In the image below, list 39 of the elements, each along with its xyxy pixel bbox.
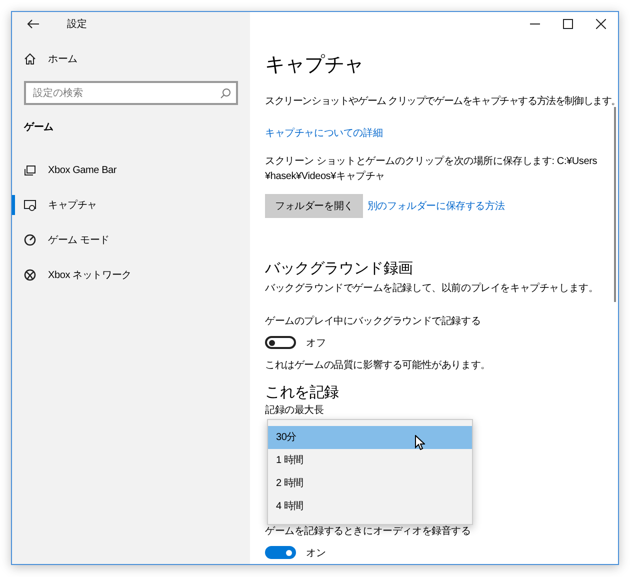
note-text: これはゲームの品質に影響する可能性があります。	[265, 358, 490, 373]
field-label: 記録の最大長	[265, 404, 324, 418]
toggle-switch[interactable]	[265, 546, 296, 559]
section-heading: バックグラウンド録画	[265, 259, 414, 279]
other-folder-link[interactable]: 別のフォルダーに保存する方法	[367, 199, 505, 213]
details-link[interactable]: キャプチャについての詳細	[265, 126, 383, 140]
description-text: スクリーンショットやゲーム クリップでゲームをキャプチャする方法を制御します。	[265, 94, 618, 109]
save-location-text: スクリーン ショットとゲームのクリップを次の場所に保存します: C:¥Users ¥hasek¥Videos¥キャプチャ	[265, 154, 598, 184]
home-icon	[24, 53, 36, 65]
close-icon[interactable]	[596, 19, 606, 29]
dropdown-option[interactable]: 1 時間	[268, 449, 472, 472]
search-icon	[220, 88, 231, 99]
mouse-cursor-icon	[415, 435, 425, 450]
dropdown-option[interactable]: 30分	[268, 426, 472, 449]
sidebar-item[interactable]: Xbox ネットワーク	[12, 265, 250, 285]
capture-icon	[24, 200, 36, 210]
search-field[interactable]: 設定の検索	[24, 81, 238, 105]
dropdown-option[interactable]: 4 時間	[268, 495, 472, 518]
toggle-label: ゲームのプレイ中にバックグラウンドで記録する	[265, 314, 481, 329]
toggle-state: オン	[306, 546, 326, 560]
section-heading: ゲーム	[24, 121, 54, 134]
open-folder-button[interactable]: フォルダーを開く	[265, 194, 364, 218]
scrollbar[interactable]	[614, 107, 616, 302]
gamebar-icon	[24, 164, 36, 176]
maximize-icon[interactable]	[563, 19, 573, 29]
window-title: 設定	[67, 18, 87, 31]
sidebar-item[interactable]: ゲーム モード	[12, 230, 250, 250]
toggle-label: ゲームを記録するときにオーディオを録音する	[265, 524, 471, 539]
description-text: バックグラウンドでゲームを記録して、以前のプレイをキャプチャします。	[265, 282, 598, 296]
dropdown-option[interactable]: 2 時間	[268, 472, 472, 495]
page-title: キャプチャ	[265, 53, 364, 78]
toggle-state: オフ	[306, 336, 326, 350]
xbox-icon	[24, 269, 36, 281]
gauge-icon	[24, 234, 36, 246]
home-link[interactable]: ホーム	[24, 52, 78, 66]
sidebar-item[interactable]: Xbox Game Bar	[12, 160, 250, 180]
back-arrow-icon[interactable]	[27, 19, 39, 29]
toggle-switch[interactable]	[265, 336, 296, 349]
section-heading: これを記録	[265, 383, 340, 403]
